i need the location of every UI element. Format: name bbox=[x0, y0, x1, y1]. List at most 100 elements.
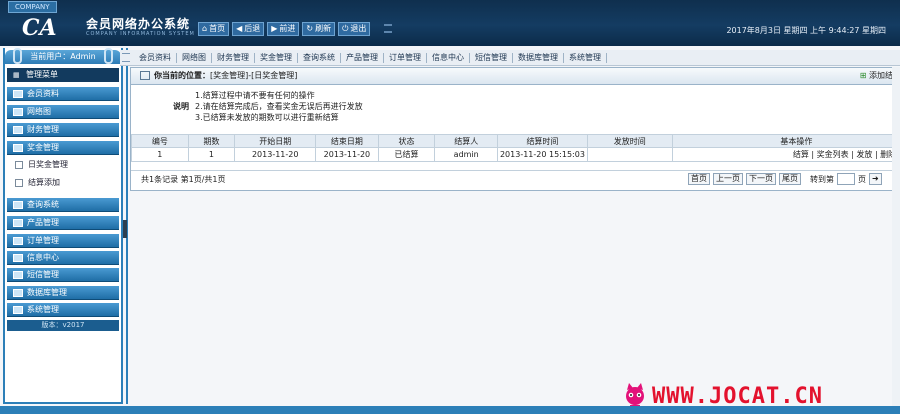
tab-finance[interactable]: 财务管理 bbox=[212, 52, 255, 63]
sidebar-item-finance[interactable]: 财务管理 bbox=[7, 123, 119, 137]
tab-query[interactable]: 查询系统 bbox=[298, 52, 341, 63]
back-button[interactable]: ◀ 后退 bbox=[232, 22, 265, 36]
company-badge: COMPANY bbox=[8, 1, 57, 13]
sidebar-item-system[interactable]: 系统管理 bbox=[7, 303, 119, 317]
forward-icon: ▶ bbox=[271, 24, 278, 33]
refresh-icon: ↻ bbox=[306, 24, 314, 33]
pager-info: 共1条记录 第1页/共1页 bbox=[141, 175, 226, 184]
sidebar-subitem-daily-bonus[interactable]: 日奖金管理 bbox=[15, 158, 68, 172]
prev-page-button[interactable]: 上一页 bbox=[713, 173, 743, 185]
version-label: 版本：v2017 bbox=[7, 320, 119, 331]
note-line: 3.已结算未发放的期数可以进行重新结算 bbox=[195, 113, 339, 122]
ring-icon bbox=[104, 48, 113, 64]
sidebar-subitem-settle-add[interactable]: 结算添加 bbox=[15, 176, 60, 190]
folder-icon bbox=[13, 253, 23, 262]
ring-icon bbox=[13, 48, 22, 64]
folder-icon bbox=[13, 236, 23, 245]
refresh-button[interactable]: ↻ 刷新 bbox=[302, 22, 336, 36]
next-page-button[interactable]: 下一页 bbox=[746, 173, 776, 185]
col-header: 结算人 bbox=[434, 134, 499, 148]
tab-network[interactable]: 网络图 bbox=[177, 52, 212, 63]
pager-controls: 首页 上一页 下一页 尾页 转到第 页 ➜ bbox=[688, 173, 882, 185]
sidebar-item-query[interactable]: 查询系统 bbox=[7, 198, 119, 212]
folder-icon bbox=[13, 143, 23, 152]
sidebar-item-info[interactable]: 信息中心 bbox=[7, 251, 119, 265]
table-cell: 2013-11-20 15:15:03 bbox=[497, 147, 588, 162]
ca-logo: CA bbox=[22, 15, 57, 40]
folder-icon bbox=[13, 107, 23, 116]
folder-icon bbox=[13, 200, 23, 209]
col-header: 期数 bbox=[187, 134, 236, 148]
tab-member[interactable]: 会员资料 bbox=[134, 52, 177, 63]
tab-database[interactable]: 数据库管理 bbox=[513, 52, 564, 63]
col-header: 发放时间 bbox=[586, 134, 673, 148]
row-actions[interactable]: 结算 | 奖金列表 | 发放 | 删除 | 不显 bbox=[671, 147, 900, 162]
logout-button[interactable]: ⏻ 退出 bbox=[338, 22, 371, 36]
table-header-row: 编号 期数 开始日期 结束日期 状态 结算人 结算时间 发放时间 基本操作 bbox=[131, 134, 900, 148]
folder-icon bbox=[13, 218, 23, 227]
pager: 共1条记录 第1页/共1页 首页 上一页 下一页 尾页 转到第 页 ➜ bbox=[131, 170, 900, 187]
first-page-button[interactable]: 首页 bbox=[688, 173, 710, 185]
tab-info[interactable]: 信息中心 bbox=[427, 52, 470, 63]
grip-icon bbox=[122, 53, 130, 62]
table-cell: 2013-11-20 bbox=[234, 147, 317, 162]
home-icon: ⌂ bbox=[202, 24, 208, 33]
folder-icon bbox=[13, 288, 23, 297]
table-cell: 已结算 bbox=[377, 147, 436, 162]
table-cell bbox=[586, 147, 673, 162]
power-icon: ⏻ bbox=[342, 24, 349, 33]
tab-sms[interactable]: 短信管理 bbox=[470, 52, 513, 63]
forward-button[interactable]: ▶ 前进 bbox=[267, 22, 300, 36]
folder-icon bbox=[13, 89, 23, 98]
folder-icon bbox=[13, 305, 23, 314]
main-panel: 你当前的位置：[奖金管理]-[日奖金管理] ⊞ 添加结算 说明 1.结算过程中请… bbox=[130, 67, 900, 191]
back-icon: ◀ bbox=[236, 24, 243, 33]
last-page-button[interactable]: 尾页 bbox=[779, 173, 801, 185]
goto-label: 转到第 bbox=[810, 174, 834, 184]
col-header: 结算时间 bbox=[497, 134, 588, 148]
page-icon bbox=[15, 178, 23, 187]
bottom-bar bbox=[0, 406, 900, 414]
home-button[interactable]: ⌂ 首页 bbox=[198, 22, 230, 36]
sidebar-item-bonus[interactable]: 奖金管理 bbox=[7, 141, 119, 155]
scrollbar[interactable] bbox=[892, 67, 900, 406]
note-line: 1.结算过程中请不要有任何的操作 bbox=[195, 91, 315, 100]
top-nav: ⌂ 首页 ◀ 后退 ▶ 前进 ↻ 刷新 ⏻ 退出 bbox=[198, 22, 371, 36]
col-header: 基本操作 bbox=[671, 134, 900, 148]
tab-order[interactable]: 订单管理 bbox=[384, 52, 427, 63]
app-title: 会员网络办公系统 bbox=[86, 17, 191, 31]
page-unit-label: 页 bbox=[858, 174, 866, 184]
collapse-handle[interactable] bbox=[123, 220, 127, 238]
breadcrumb: 你当前的位置：[奖金管理]-[日奖金管理] ⊞ 添加结算 bbox=[131, 68, 900, 85]
table-cell: admin bbox=[434, 147, 499, 162]
window-icon bbox=[140, 71, 150, 80]
sidebar-item-network[interactable]: 网络图 bbox=[7, 105, 119, 119]
col-header: 编号 bbox=[131, 134, 189, 148]
table-cell: 1 bbox=[131, 147, 189, 162]
folder-icon bbox=[13, 125, 23, 134]
menu-title: ▦ 管理菜单 bbox=[7, 68, 119, 82]
folder-icon bbox=[13, 270, 23, 279]
grid-icon: ▦ bbox=[13, 71, 20, 79]
sidebar-item-product[interactable]: 产品管理 bbox=[7, 216, 119, 230]
note-line: 2.请在结算完成后，查看奖金无误后再进行发放 bbox=[195, 102, 363, 111]
tab-bonus[interactable]: 奖金管理 bbox=[255, 52, 298, 63]
svg-text:CA: CA bbox=[22, 15, 57, 40]
col-header: 结束日期 bbox=[315, 134, 379, 148]
tab-product[interactable]: 产品管理 bbox=[341, 52, 384, 63]
col-header: 状态 bbox=[377, 134, 436, 148]
breadcrumb-path: [奖金管理]-[日奖金管理] bbox=[210, 71, 298, 80]
page-number-input[interactable] bbox=[837, 173, 855, 185]
table-cell: 2013-11-20 bbox=[315, 147, 379, 162]
app-subtitle: COMPANY INFORMATION SYSTEM bbox=[86, 31, 195, 37]
tab-system[interactable]: 系统管理 bbox=[564, 52, 607, 63]
menu-toggle-icon[interactable] bbox=[384, 24, 392, 33]
sidebar-item-database[interactable]: 数据库管理 bbox=[7, 286, 119, 300]
notes-label: 说明 bbox=[173, 102, 189, 111]
datetime-display: 2017年8月3日 星期四 上午 9:44:27 星期四 bbox=[726, 26, 886, 35]
app-header: COMPANY CA 会员网络办公系统 COMPANY INFORMATION … bbox=[0, 0, 900, 46]
sidebar-item-order[interactable]: 订单管理 bbox=[7, 234, 119, 248]
sidebar-item-sms[interactable]: 短信管理 bbox=[7, 268, 119, 282]
sidebar-item-member[interactable]: 会员资料 bbox=[7, 87, 119, 101]
go-button[interactable]: ➜ bbox=[869, 173, 882, 185]
